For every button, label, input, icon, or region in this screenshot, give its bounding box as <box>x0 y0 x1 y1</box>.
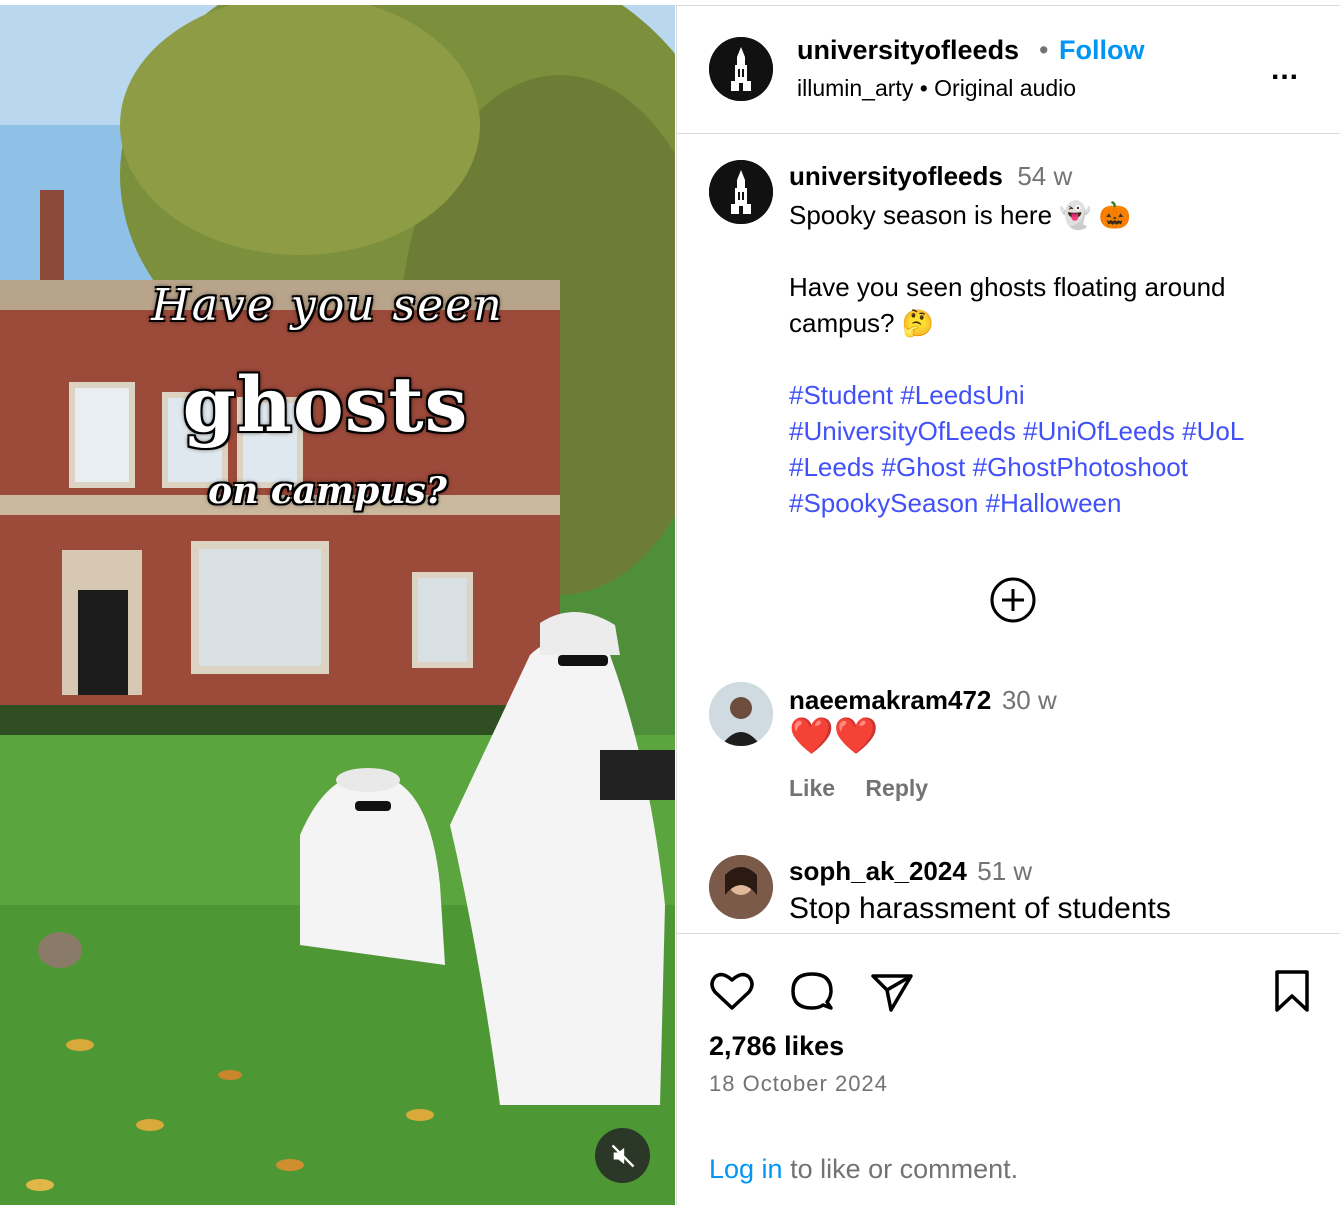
comment-like-button[interactable]: Like <box>789 775 835 801</box>
hashtag-link[interactable]: #GhostPhotoshoot <box>973 452 1188 482</box>
comment-text: ❤️❤️ <box>789 715 879 756</box>
avatar[interactable] <box>709 37 773 101</box>
audio-attribution[interactable]: illumin_arty • Original audio <box>797 75 1076 102</box>
hashtag-link[interactable]: #Student <box>789 380 893 410</box>
comment-age: 30 w <box>1001 685 1057 715</box>
caption-line: campus? 🤔 <box>789 308 935 338</box>
plus-circle-icon <box>990 577 1036 623</box>
reel-video-frame <box>0 5 675 1205</box>
comment-button[interactable] <box>787 966 837 1016</box>
overlay-text-line-2: ghosts <box>182 360 469 449</box>
share-button[interactable] <box>867 966 917 1016</box>
like-button[interactable] <box>707 966 757 1016</box>
profile-photo-icon <box>709 682 773 746</box>
caption-avatar[interactable] <box>709 160 773 224</box>
like-count[interactable]: 2,786 likes <box>709 1031 844 1062</box>
caption-age: 54 w <box>1017 161 1073 191</box>
login-prompt: Log in to like or comment. <box>709 1154 1018 1185</box>
post-author-username[interactable]: universityofleeds <box>797 35 1019 66</box>
hashtag-link[interactable]: #Halloween <box>986 488 1122 518</box>
caption-line: Spooky season is here 👻 🎃 <box>789 200 1132 230</box>
university-tower-icon <box>709 37 773 101</box>
commenter-avatar[interactable] <box>709 682 773 746</box>
header-separator: • <box>1039 35 1049 65</box>
comment-username[interactable]: soph_ak_2024 <box>789 856 967 886</box>
mute-toggle-button[interactable] <box>595 1128 650 1183</box>
post-header: universityofleeds • Follow illumin_arty … <box>677 5 1340 134</box>
comment-reply-button[interactable]: Reply <box>865 775 928 801</box>
comment-age: 51 w <box>977 856 1033 886</box>
speaker-muted-icon <box>611 1144 634 1167</box>
post-action-bar: 2,786 likes 18 October 2024 Log in to li… <box>677 933 1340 1205</box>
hashtag-list: #Student #LeedsUni #UniversityOfLeeds #U… <box>789 377 1319 521</box>
caption-username[interactable]: universityofleeds <box>789 161 1003 191</box>
overlay-text-line-1: Have you seen <box>151 280 504 331</box>
comment-username[interactable]: naeemakram472 <box>789 685 991 715</box>
post-side-panel: universityofleeds • Follow illumin_arty … <box>676 5 1340 1205</box>
overlay-text-line-3: on campus? <box>208 470 447 512</box>
comment-actions: Like Reply <box>789 775 952 802</box>
load-more-comments-button[interactable] <box>988 575 1038 625</box>
reel-video[interactable]: Have you seen ghosts on campus? <box>0 5 675 1205</box>
share-icon <box>871 974 913 1012</box>
hashtag-link[interactable]: #Leeds <box>789 452 874 482</box>
comment-text: Stop harassment of students <box>789 892 1171 925</box>
caption-header: universityofleeds 54 w <box>789 161 1072 192</box>
hashtag-link[interactable]: #SpookySeason <box>789 488 978 518</box>
comment-header: soph_ak_2024 51 w <box>789 856 1032 887</box>
save-button[interactable] <box>1267 966 1317 1016</box>
caption-line: Have you seen ghosts floating around <box>789 272 1226 302</box>
university-tower-icon <box>709 160 773 224</box>
hashtag-link[interactable]: #UniversityOfLeeds <box>789 416 1016 446</box>
hashtag-link[interactable]: #LeedsUni <box>900 380 1024 410</box>
login-link[interactable]: Log in <box>709 1154 783 1184</box>
heart-icon <box>710 972 754 1010</box>
commenter-avatar[interactable] <box>709 855 773 919</box>
follow-button[interactable]: Follow <box>1059 35 1144 66</box>
comments-section[interactable]: universityofleeds 54 w Spooky season is … <box>677 135 1340 935</box>
caption-line <box>789 233 1319 269</box>
hashtag-link[interactable]: #Ghost <box>882 452 966 482</box>
caption-text: Spooky season is here 👻 🎃 Have you seen … <box>789 197 1319 341</box>
hashtag-link[interactable]: #UniOfLeeds <box>1023 416 1175 446</box>
comment-header: naeemakram472 30 w <box>789 685 1057 716</box>
hashtag-link[interactable]: #UoL <box>1182 416 1244 446</box>
bookmark-icon <box>1275 970 1309 1012</box>
login-prompt-text: to like or comment. <box>782 1154 1019 1184</box>
more-options-button[interactable]: ... <box>1271 53 1299 87</box>
comment-icon <box>791 972 833 1010</box>
profile-photo-icon <box>709 855 773 919</box>
post-date: 18 October 2024 <box>709 1071 888 1096</box>
